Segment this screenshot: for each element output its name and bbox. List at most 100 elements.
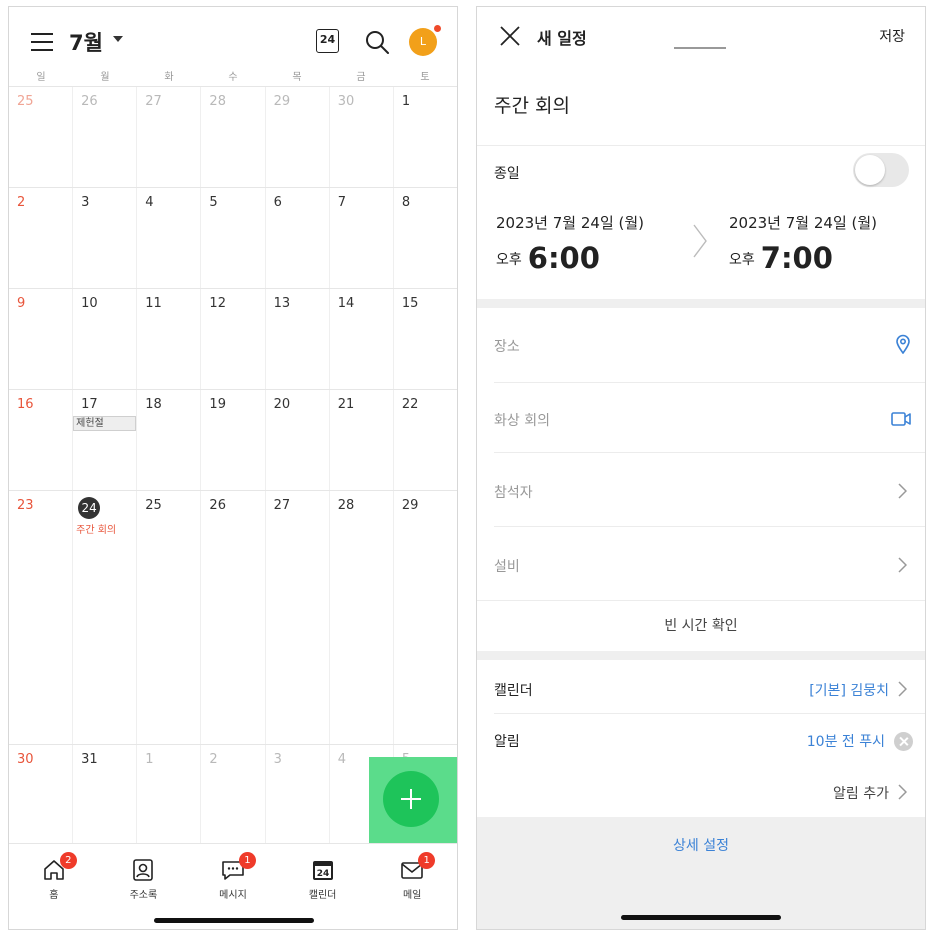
day-number: 25 — [17, 94, 34, 109]
close-icon[interactable] — [499, 25, 521, 47]
add-event-button[interactable] — [383, 771, 439, 827]
day-number: 3 — [273, 752, 282, 767]
check-free-time-button[interactable]: 빈 시간 확인 — [477, 615, 925, 635]
day-cell[interactable]: 23 — [9, 491, 72, 744]
tab-label: 홈 — [49, 890, 59, 901]
save-button[interactable]: 저장 — [879, 26, 905, 46]
holiday-chip[interactable]: 제헌절 — [73, 416, 137, 431]
allday-toggle[interactable] — [853, 153, 909, 187]
day-cell[interactable]: 25 — [136, 491, 200, 744]
day-cell[interactable]: 28 — [328, 491, 393, 744]
day-cell[interactable]: 3 — [72, 188, 136, 288]
day-cell[interactable]: 31 — [72, 745, 136, 844]
search-icon[interactable] — [364, 29, 390, 55]
day-cell[interactable]: 30 — [328, 87, 393, 187]
alarm-value[interactable]: 10분 전 푸시 — [807, 731, 885, 751]
weekday-label: 토 — [420, 72, 430, 83]
day-cell[interactable]: 10 — [72, 289, 136, 389]
day-cell[interactable]: 26 — [72, 87, 136, 187]
location-row[interactable]: 장소 — [477, 308, 925, 383]
chevron-right-icon — [898, 784, 907, 800]
day-cell[interactable]: 1 — [392, 87, 457, 187]
location-field[interactable]: 장소 — [494, 336, 520, 356]
day-cell[interactable]: 14 — [328, 289, 393, 389]
chevron-down-icon[interactable] — [113, 36, 123, 42]
attendees-field[interactable]: 참석자 — [494, 482, 533, 502]
section-divider — [477, 651, 925, 660]
day-cell[interactable]: 8 — [392, 188, 457, 288]
day-cell[interactable]: 13 — [264, 289, 329, 389]
day-cell[interactable]: 15 — [392, 289, 457, 389]
avatar[interactable]: L — [409, 28, 437, 56]
detail-settings-button[interactable]: 상세 설정 — [477, 835, 925, 855]
add-alarm-button[interactable]: 알림 추가 — [833, 783, 889, 803]
day-cell[interactable]: 17 제헌절 — [72, 390, 137, 490]
alarm-row[interactable]: 알림 10분 전 푸시 — [477, 713, 925, 765]
home-indicator[interactable] — [154, 918, 314, 923]
day-cell[interactable]: 27 — [136, 87, 200, 187]
video-camera-icon[interactable] — [891, 412, 911, 426]
add-alarm-row[interactable]: 알림 추가 — [477, 765, 925, 817]
tab-label: 메시지 — [219, 890, 247, 901]
day-number: 2 — [209, 752, 218, 767]
page-title: 새 일정 — [537, 29, 587, 48]
day-number: 28 — [209, 94, 226, 109]
day-cell[interactable]: 12 — [200, 289, 264, 389]
day-number: 14 — [337, 296, 355, 311]
contacts-icon — [133, 859, 154, 881]
day-cell[interactable]: 6 — [264, 188, 329, 288]
home-indicator[interactable] — [621, 915, 781, 920]
day-cell[interactable]: 27 — [264, 491, 329, 744]
day-cell[interactable]: 30 — [9, 745, 72, 844]
day-number: 1 — [145, 752, 154, 767]
day-number: 13 — [273, 296, 291, 311]
day-cell[interactable]: 25 — [9, 87, 72, 187]
day-cell[interactable]: 7 — [328, 188, 393, 288]
day-number: 9 — [17, 296, 26, 311]
day-cell[interactable]: 29 — [264, 87, 329, 187]
day-cell-today[interactable]: 24 주간 회의 — [72, 491, 136, 744]
video-call-row[interactable]: 화상 회의 — [477, 382, 925, 453]
day-cell[interactable]: 20 — [264, 390, 329, 490]
day-cell[interactable]: 18 — [136, 390, 200, 490]
day-cell[interactable]: 5 — [200, 188, 264, 288]
day-cell[interactable]: 21 — [328, 390, 393, 490]
day-cell[interactable]: 22 — [392, 390, 457, 490]
drag-handle[interactable] — [674, 47, 726, 49]
today-calendar-icon[interactable]: 24 — [316, 29, 339, 53]
clear-alarm-icon[interactable] — [894, 732, 913, 751]
attendees-row[interactable]: 참석자 — [477, 452, 925, 527]
day-cell[interactable]: 4 — [136, 188, 200, 288]
video-call-field[interactable]: 화상 회의 — [494, 410, 550, 430]
calendar-value[interactable]: [기본] 김뭉치 — [809, 680, 889, 700]
menu-icon[interactable] — [31, 33, 53, 51]
equipment-field[interactable]: 설비 — [494, 556, 520, 576]
equipment-row[interactable]: 설비 — [477, 526, 925, 601]
day-cell[interactable]: 19 — [200, 390, 264, 490]
location-pin-icon[interactable] — [895, 334, 911, 354]
tab-mail[interactable]: 1 메일 — [367, 844, 457, 929]
day-cell[interactable]: 9 — [9, 289, 72, 389]
start-date: 2023년 7월 24일 (월) — [496, 214, 645, 232]
day-cell[interactable]: 11 — [136, 289, 200, 389]
tab-home[interactable]: 2 홈 — [9, 844, 99, 929]
calendar-row[interactable]: 캘린더 [기본] 김뭉치 — [477, 660, 925, 714]
month-title[interactable]: 7월 — [69, 27, 103, 57]
day-cell[interactable]: 2 — [9, 188, 72, 288]
event-chip[interactable]: 주간 회의 — [76, 521, 116, 536]
day-cell[interactable]: 26 — [200, 491, 264, 744]
start-time[interactable]: 2023년 7월 24일 (월) 오후 6:00 — [496, 212, 644, 275]
end-clock: 7:00 — [760, 241, 833, 275]
day-cell[interactable]: 2 — [200, 745, 264, 844]
day-cell[interactable]: 16 — [9, 390, 72, 490]
day-cell[interactable]: 28 — [200, 87, 264, 187]
notification-dot — [434, 25, 441, 32]
day-number: 4 — [145, 195, 154, 210]
weekday-header: 일 월 화 수 목 금 토 — [9, 68, 457, 86]
week-row: 16 17 제헌절 18 19 20 21 22 — [9, 389, 457, 490]
day-cell[interactable]: 1 — [136, 745, 200, 844]
day-cell[interactable]: 3 — [264, 745, 329, 844]
day-cell[interactable]: 29 — [392, 491, 457, 744]
event-title-field[interactable]: 주간 회의 — [494, 91, 570, 118]
end-time[interactable]: 2023년 7월 24일 (월) 오후 7:00 — [729, 212, 877, 275]
